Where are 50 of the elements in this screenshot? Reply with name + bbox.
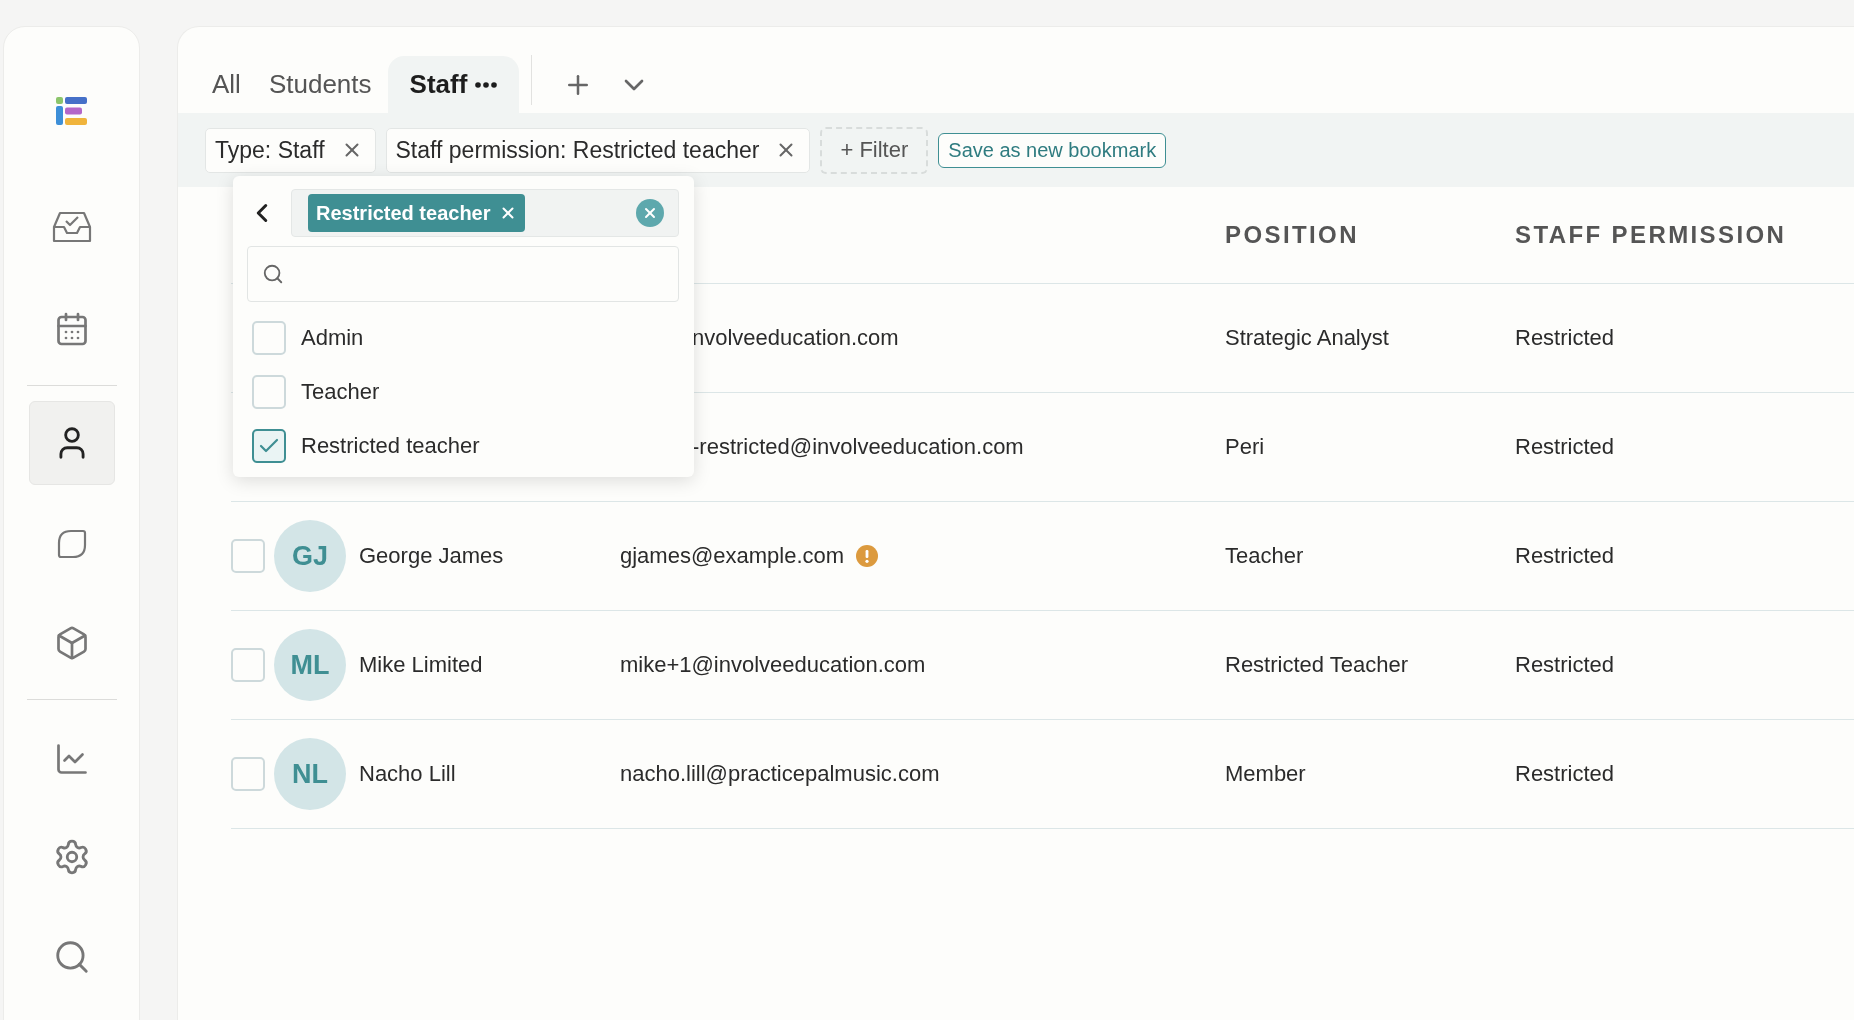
column-header[interactable]: STAFF PERMISSION <box>1515 221 1854 249</box>
row-checkbox[interactable] <box>231 539 265 573</box>
more-icon <box>475 81 498 88</box>
email-cell: nacho.lill@practicepalmusic.com <box>620 761 940 787</box>
selected-tag[interactable]: Restricted teacher <box>308 194 525 232</box>
name-cell: George James <box>359 543 504 569</box>
email-cell: gjames@example.com <box>620 543 845 569</box>
search-icon <box>262 263 284 285</box>
avatar: NL <box>274 738 346 810</box>
clear-button[interactable] <box>636 199 664 227</box>
option[interactable]: Restricted teacher <box>247 419 679 473</box>
position-cell: Restricted Teacher <box>1225 652 1408 678</box>
close-icon <box>642 205 658 221</box>
option[interactable]: Teacher <box>247 365 679 419</box>
email-cell-text: -restricted@involveeducation.com <box>691 434 1024 460</box>
selected-values-field[interactable]: Restricted teacher <box>291 189 679 237</box>
permission-cell: Restricted <box>1515 761 1615 787</box>
position-cell: Peri <box>1225 434 1265 460</box>
permission-cell: Restricted <box>1515 434 1615 460</box>
add-filter-button[interactable]: + Filter <box>820 126 929 174</box>
filter-chip[interactable]: Type: Staff <box>205 127 376 173</box>
warning-icon <box>856 545 879 567</box>
save-bookmark-button[interactable]: Save as new bookmark <box>938 132 1167 168</box>
position-cell: Teacher <box>1225 543 1304 569</box>
position-cell: Member <box>1225 761 1306 787</box>
people-button[interactable] <box>28 401 115 485</box>
inbox-check-icon <box>51 209 92 245</box>
tab[interactable]: Students <box>256 56 384 113</box>
name-cell: Nacho Lill <box>359 761 456 787</box>
permission-cell: Restricted <box>1515 543 1615 569</box>
row-checkbox[interactable] <box>231 757 265 791</box>
position-cell: Strategic Analyst <box>1225 325 1389 351</box>
tab[interactable]: All <box>200 56 253 113</box>
column-header[interactable]: POSITION <box>1225 221 1515 249</box>
avatar: GJ <box>274 520 346 592</box>
search-field[interactable] <box>247 246 679 302</box>
option[interactable]: Admin <box>247 311 679 365</box>
row-checkbox[interactable] <box>231 648 265 682</box>
email-cell: mike+1@involveeducation.com <box>620 652 926 678</box>
avatar: ML <box>274 629 346 701</box>
name-cell: Mike Limited <box>359 652 483 678</box>
filter-label: Type: Staff <box>215 136 325 164</box>
permission-cell: Restricted <box>1515 652 1615 678</box>
tab[interactable]: Staff <box>387 56 520 113</box>
option-checkbox[interactable] <box>252 429 286 463</box>
email-cell-text: nvolveeducation.com <box>691 325 899 351</box>
filter-chip[interactable]: Staff permission: Restricted teacher <box>385 127 811 173</box>
permission-cell: Restricted <box>1515 325 1615 351</box>
filter-label: Staff permission: Restricted teacher <box>395 136 760 164</box>
logo-icon <box>55 97 88 125</box>
